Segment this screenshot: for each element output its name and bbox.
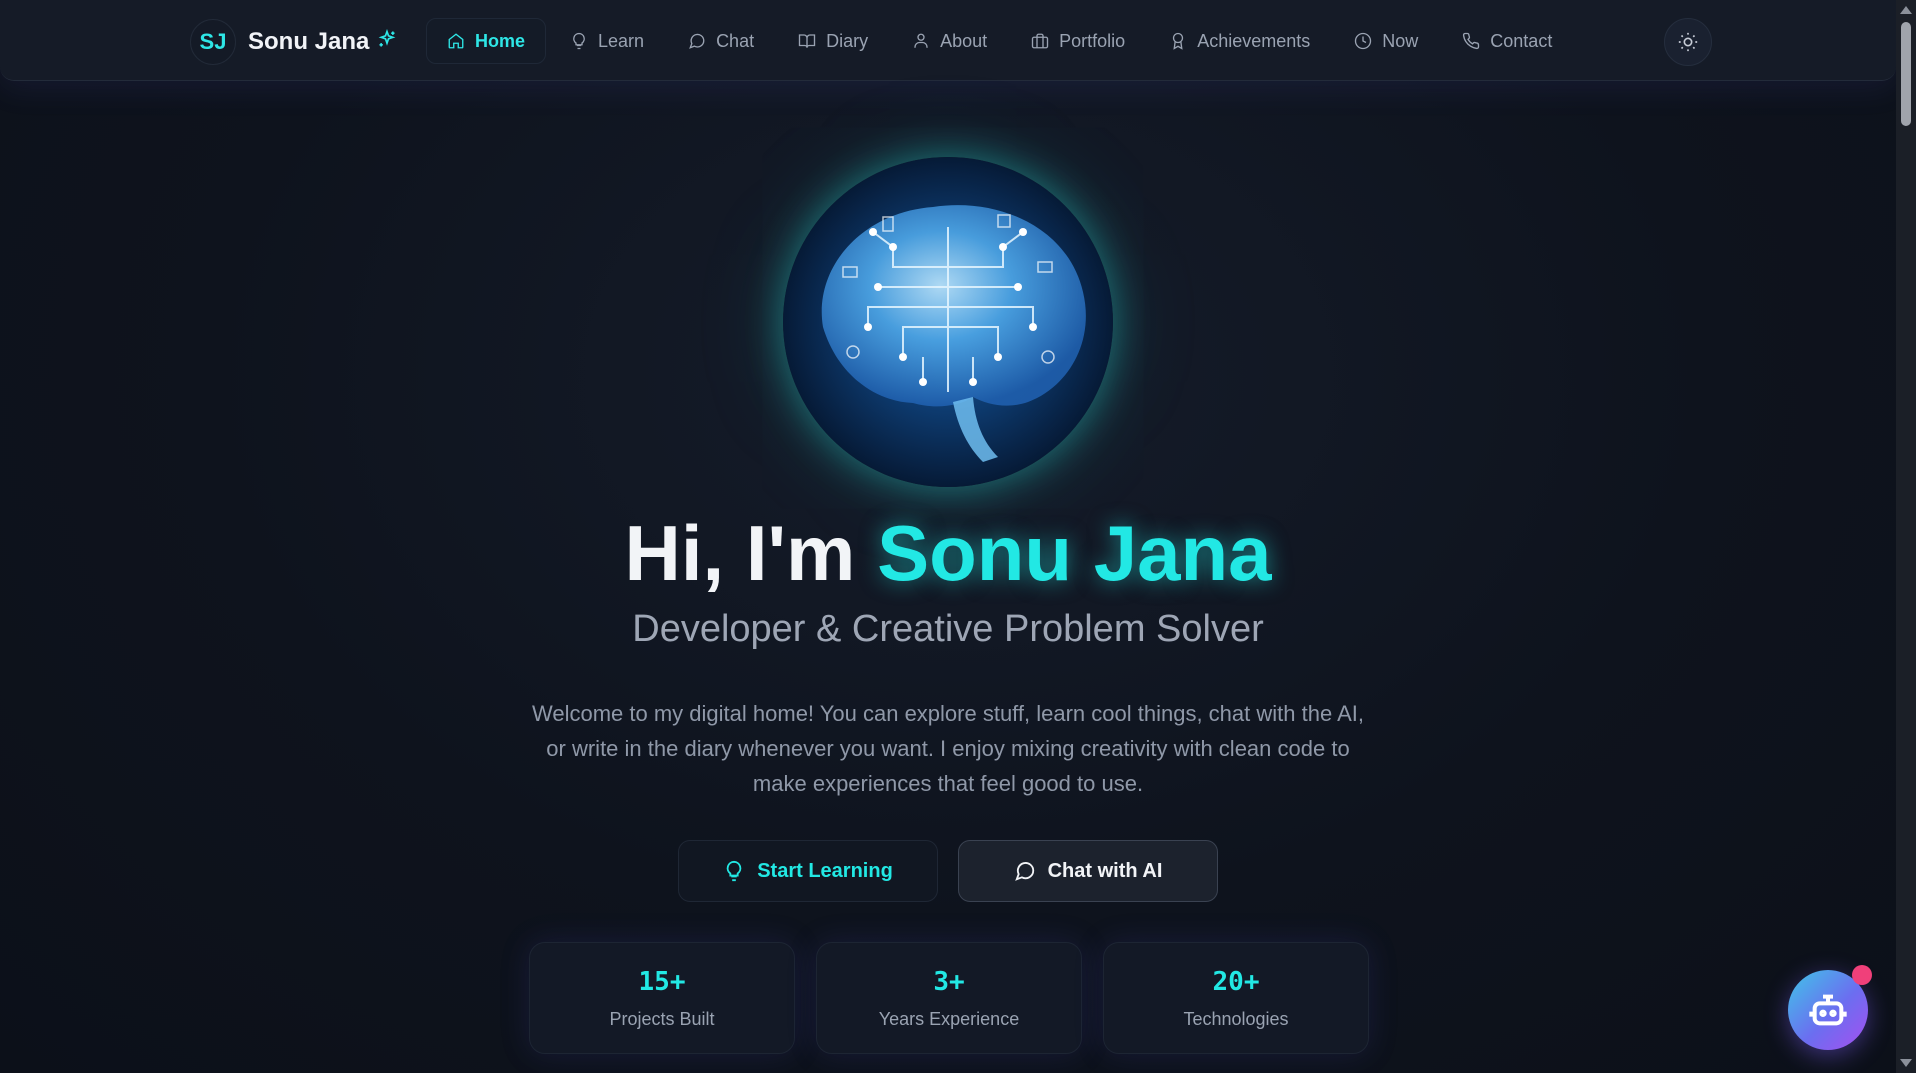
book-open-icon xyxy=(798,34,816,48)
hero-description: Welcome to my digital home! You can expl… xyxy=(532,701,1364,796)
stat-value: 20+ xyxy=(1212,967,1260,997)
nav-item-about[interactable]: About xyxy=(892,19,1007,63)
brand[interactable]: SJ Sonu Jana xyxy=(190,19,397,65)
chat-with-ai-label: Chat with AI xyxy=(1047,859,1163,882)
stat-card-projects: 15+ Projects Built xyxy=(529,942,795,1054)
clock-icon xyxy=(1355,32,1372,50)
stat-value: 3+ xyxy=(933,967,965,997)
nav-item-label: Contact xyxy=(1490,30,1553,51)
bot-icon xyxy=(1809,994,1847,1026)
nav-item-portfolio[interactable]: Portfolio xyxy=(1011,19,1145,63)
lightbulb-icon xyxy=(726,860,742,882)
briefcase-icon xyxy=(1031,33,1049,49)
brain-circuit-image xyxy=(783,157,1113,487)
user-icon xyxy=(914,33,928,48)
scroll-up-arrow-icon[interactable] xyxy=(1900,6,1912,14)
stat-card-experience: 3+ Years Experience xyxy=(816,942,1082,1054)
stat-label: Years Experience xyxy=(878,1009,1020,1029)
nav-item-contact[interactable]: Contact xyxy=(1442,19,1572,63)
stat-value: 15+ xyxy=(638,967,686,997)
main-nav: Home Learn Chat Diary About Portfolio Ac… xyxy=(426,18,1572,64)
message-circle-icon xyxy=(1014,862,1034,881)
phone-icon xyxy=(1463,32,1480,50)
stat-label: Projects Built xyxy=(609,1009,715,1029)
start-learning-label: Start Learning xyxy=(757,859,893,882)
chat-with-ai-button[interactable]: Chat with AI xyxy=(958,840,1218,902)
theme-toggle-button[interactable] xyxy=(1664,18,1712,66)
stat-card-technologies: 20+ Technologies xyxy=(1103,942,1369,1054)
nav-item-label: Diary xyxy=(826,30,869,51)
scroll-down-arrow-icon[interactable] xyxy=(1900,1059,1912,1067)
sun-icon xyxy=(1678,32,1698,52)
hero-title: Hi, I'm Sonu Jana xyxy=(0,508,1896,599)
nav-item-label: Learn xyxy=(598,30,645,51)
home-icon xyxy=(448,33,464,49)
stat-label: Technologies xyxy=(1183,1009,1289,1029)
notification-dot xyxy=(1852,965,1872,985)
nav-item-label: Portfolio xyxy=(1059,30,1126,51)
hero-title-prefix: Hi, I'm xyxy=(624,509,878,597)
nav-item-learn[interactable]: Learn xyxy=(550,19,664,63)
start-learning-button[interactable]: Start Learning xyxy=(678,840,938,902)
nav-item-label: About xyxy=(940,30,988,51)
nav-item-label: Now xyxy=(1382,30,1419,51)
nav-item-now[interactable]: Now xyxy=(1334,19,1438,63)
page-scrollbar[interactable] xyxy=(1896,0,1916,1073)
nav-item-label: Home xyxy=(475,30,526,51)
scrollbar-thumb[interactable] xyxy=(1901,22,1911,126)
brand-logo[interactable]: SJ xyxy=(190,19,236,65)
nav-item-label: Chat xyxy=(716,30,755,51)
top-navbar: SJ Sonu Jana Home Learn Chat Diary About xyxy=(0,0,1896,81)
hero-subtitle: Developer & Creative Problem Solver xyxy=(632,608,1264,650)
award-icon xyxy=(1173,32,1184,50)
nav-item-diary[interactable]: Diary xyxy=(778,19,888,63)
lightbulb-icon xyxy=(573,32,585,50)
nav-item-chat[interactable]: Chat xyxy=(668,19,774,63)
hero-title-name: Sonu Jana xyxy=(877,509,1272,597)
message-circle-icon xyxy=(689,33,705,49)
nav-item-label: Achievements xyxy=(1197,30,1311,51)
brand-name[interactable]: Sonu Jana xyxy=(248,28,369,56)
sparkles-icon xyxy=(377,28,397,55)
nav-item-achievements[interactable]: Achievements xyxy=(1149,19,1330,63)
nav-item-home[interactable]: Home xyxy=(426,18,547,64)
